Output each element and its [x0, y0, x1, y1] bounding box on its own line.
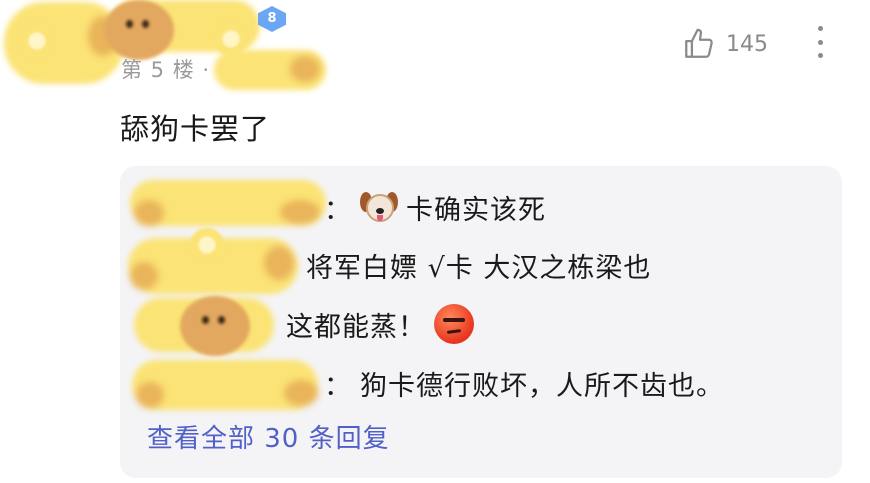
reply-item[interactable]: ： 卡确实该死 [324, 188, 546, 227]
more-vertical-icon[interactable] [810, 22, 830, 62]
reply-colon: ： [324, 195, 352, 226]
thumb-up-icon [685, 28, 713, 58]
comment-text: 舔狗卡罢了 [120, 112, 271, 146]
reply-text: 这都能蒸！ [286, 311, 426, 343]
sticker-bear [180, 296, 250, 356]
reply-text: 狗卡德行败坏，人所不齿也。 [360, 371, 724, 402]
reply-item[interactable]: 将军白嫖 √卡 大汉之栋梁也 [306, 246, 651, 285]
floor-number: 第 5 楼 · [121, 58, 211, 82]
reply-preview-panel[interactable]: ： 卡确实该死 将军白嫖 √卡 大汉之栋梁也 这都能蒸！ ： 狗卡德行败坏，人所… [120, 166, 842, 478]
level-badge-icon: 8 [258, 6, 286, 32]
reply-item[interactable]: 这都能蒸！ [286, 304, 474, 344]
reply-text: 将军白嫖 √卡 大汉之栋梁也 [306, 253, 652, 284]
smirking-face-emoji [434, 304, 474, 344]
reply-text: 卡确实该死 [406, 195, 546, 226]
like-button[interactable]: 145 [682, 24, 768, 64]
reply-colon: ： [324, 371, 352, 402]
reply-username[interactable] [130, 180, 326, 226]
sticker-flower [20, 24, 54, 58]
reply-item[interactable]: ： 狗卡德行败坏，人所不齿也。 [324, 364, 724, 403]
comment-card: 8 第 5 楼 · 145 舔狗卡罢了 ： 卡确实该死 将军白嫖 √卡 大汉之栋… [0, 0, 870, 483]
dog-face-emoji [360, 190, 398, 226]
view-all-replies-link[interactable]: 查看全部 30 条回复 [147, 418, 390, 455]
user-tag [214, 50, 326, 90]
sticker-flower [190, 228, 224, 262]
like-count: 145 [726, 31, 768, 57]
reply-username[interactable] [132, 360, 318, 410]
sticker-bear [104, 0, 174, 60]
